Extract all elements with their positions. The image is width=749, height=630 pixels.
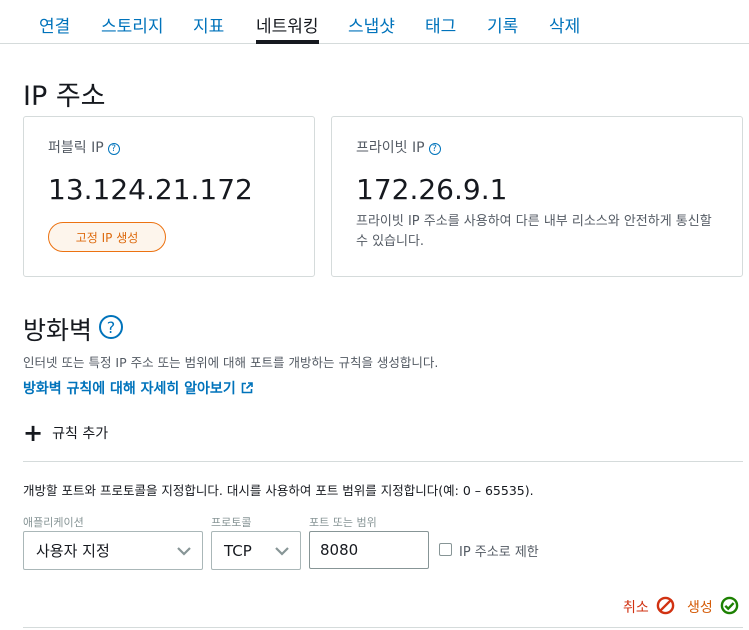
protocol-select-value: TCP bbox=[224, 541, 252, 560]
create-static-ip-button[interactable]: 고정 IP 생성 bbox=[48, 222, 166, 252]
cancel-button[interactable]: 취소 bbox=[623, 596, 675, 618]
chevron-down-icon bbox=[176, 543, 192, 563]
protocol-label: 프로토콜 bbox=[211, 516, 252, 529]
port-input-value: 8080 bbox=[320, 541, 359, 559]
public-ip-card: 퍼블릭 IP? 13.124.21.172 고정 IP 생성 bbox=[23, 116, 315, 277]
help-icon[interactable]: ? bbox=[107, 143, 120, 155]
external-link-icon bbox=[241, 382, 253, 398]
port-label: 포트 또는 범위 bbox=[309, 516, 377, 529]
private-ip-card: 프라이빗 IP? 172.26.9.1 프라이빗 IP 주소를 사용하여 다른 … bbox=[331, 116, 743, 277]
private-ip-label-row: 프라이빗 IP? bbox=[356, 137, 441, 157]
private-ip-label: 프라이빗 IP bbox=[356, 140, 425, 156]
tab-connect[interactable]: 연결 bbox=[39, 12, 70, 37]
ip-section-title: IP 주소 bbox=[23, 81, 106, 112]
firewall-learn-more-label: 방화벽 규칙에 대해 자세히 알아보기 bbox=[23, 381, 236, 397]
help-icon[interactable]: ? bbox=[428, 143, 441, 155]
divider bbox=[23, 627, 743, 628]
rule-instructions: 개방할 포트와 프로토콜을 지정합니다. 대시를 사용하여 포트 범위를 지정합… bbox=[23, 483, 534, 498]
application-select-value: 사용자 지정 bbox=[36, 542, 110, 560]
protocol-select[interactable]: TCP bbox=[211, 531, 301, 570]
check-circle-icon bbox=[720, 596, 739, 619]
create-button[interactable]: 생성 bbox=[687, 596, 739, 618]
cancel-label: 취소 bbox=[623, 600, 649, 616]
firewall-description: 인터넷 또는 특정 IP 주소 또는 범위에 대해 포트를 개방하는 규칙을 생… bbox=[23, 355, 439, 370]
add-rule-label: 규칙 추가 bbox=[52, 426, 109, 442]
public-ip-value: 13.124.21.172 bbox=[48, 173, 253, 206]
private-ip-value: 172.26.9.1 bbox=[356, 173, 508, 206]
firewall-help-icon[interactable]: ? bbox=[99, 315, 123, 339]
tab-networking[interactable]: 네트워킹 bbox=[256, 12, 319, 44]
chevron-down-icon bbox=[274, 543, 290, 563]
create-label: 생성 bbox=[687, 600, 713, 616]
tab-metrics[interactable]: 지표 bbox=[193, 12, 224, 37]
private-ip-description: 프라이빗 IP 주소를 사용하여 다른 내부 리소스와 안전하게 통신할 수 있… bbox=[356, 214, 712, 249]
tab-bar: 연결 스토리지 지표 네트워킹 스냅샷 태그 기록 삭제 bbox=[0, 0, 749, 44]
tab-delete[interactable]: 삭제 bbox=[549, 12, 580, 37]
restrict-ip-label: IP 주소로 제한 bbox=[459, 545, 539, 560]
tab-snapshots[interactable]: 스냅샷 bbox=[348, 12, 395, 37]
active-tab-underline bbox=[256, 40, 319, 44]
tab-tags[interactable]: 태그 bbox=[425, 12, 456, 37]
firewall-learn-more-link[interactable]: 방화벽 규칙에 대해 자세히 알아보기 bbox=[23, 378, 253, 398]
divider bbox=[23, 461, 743, 462]
add-rule-button[interactable]: + 규칙 추가 bbox=[23, 421, 108, 445]
port-input[interactable]: 8080 bbox=[309, 531, 429, 569]
firewall-title: 방화벽 bbox=[23, 316, 93, 345]
application-select[interactable]: 사용자 지정 bbox=[23, 531, 203, 570]
public-ip-label-row: 퍼블릭 IP? bbox=[48, 137, 120, 157]
application-label: 애플리케이션 bbox=[23, 516, 84, 529]
restrict-ip-checkbox[interactable] bbox=[439, 543, 452, 556]
public-ip-label: 퍼블릭 IP bbox=[48, 140, 104, 156]
tab-storage[interactable]: 스토리지 bbox=[101, 12, 164, 37]
tab-history[interactable]: 기록 bbox=[487, 12, 518, 37]
cancel-icon bbox=[656, 596, 675, 619]
plus-icon: + bbox=[23, 419, 44, 447]
tab-networking-label: 네트워킹 bbox=[256, 17, 319, 37]
